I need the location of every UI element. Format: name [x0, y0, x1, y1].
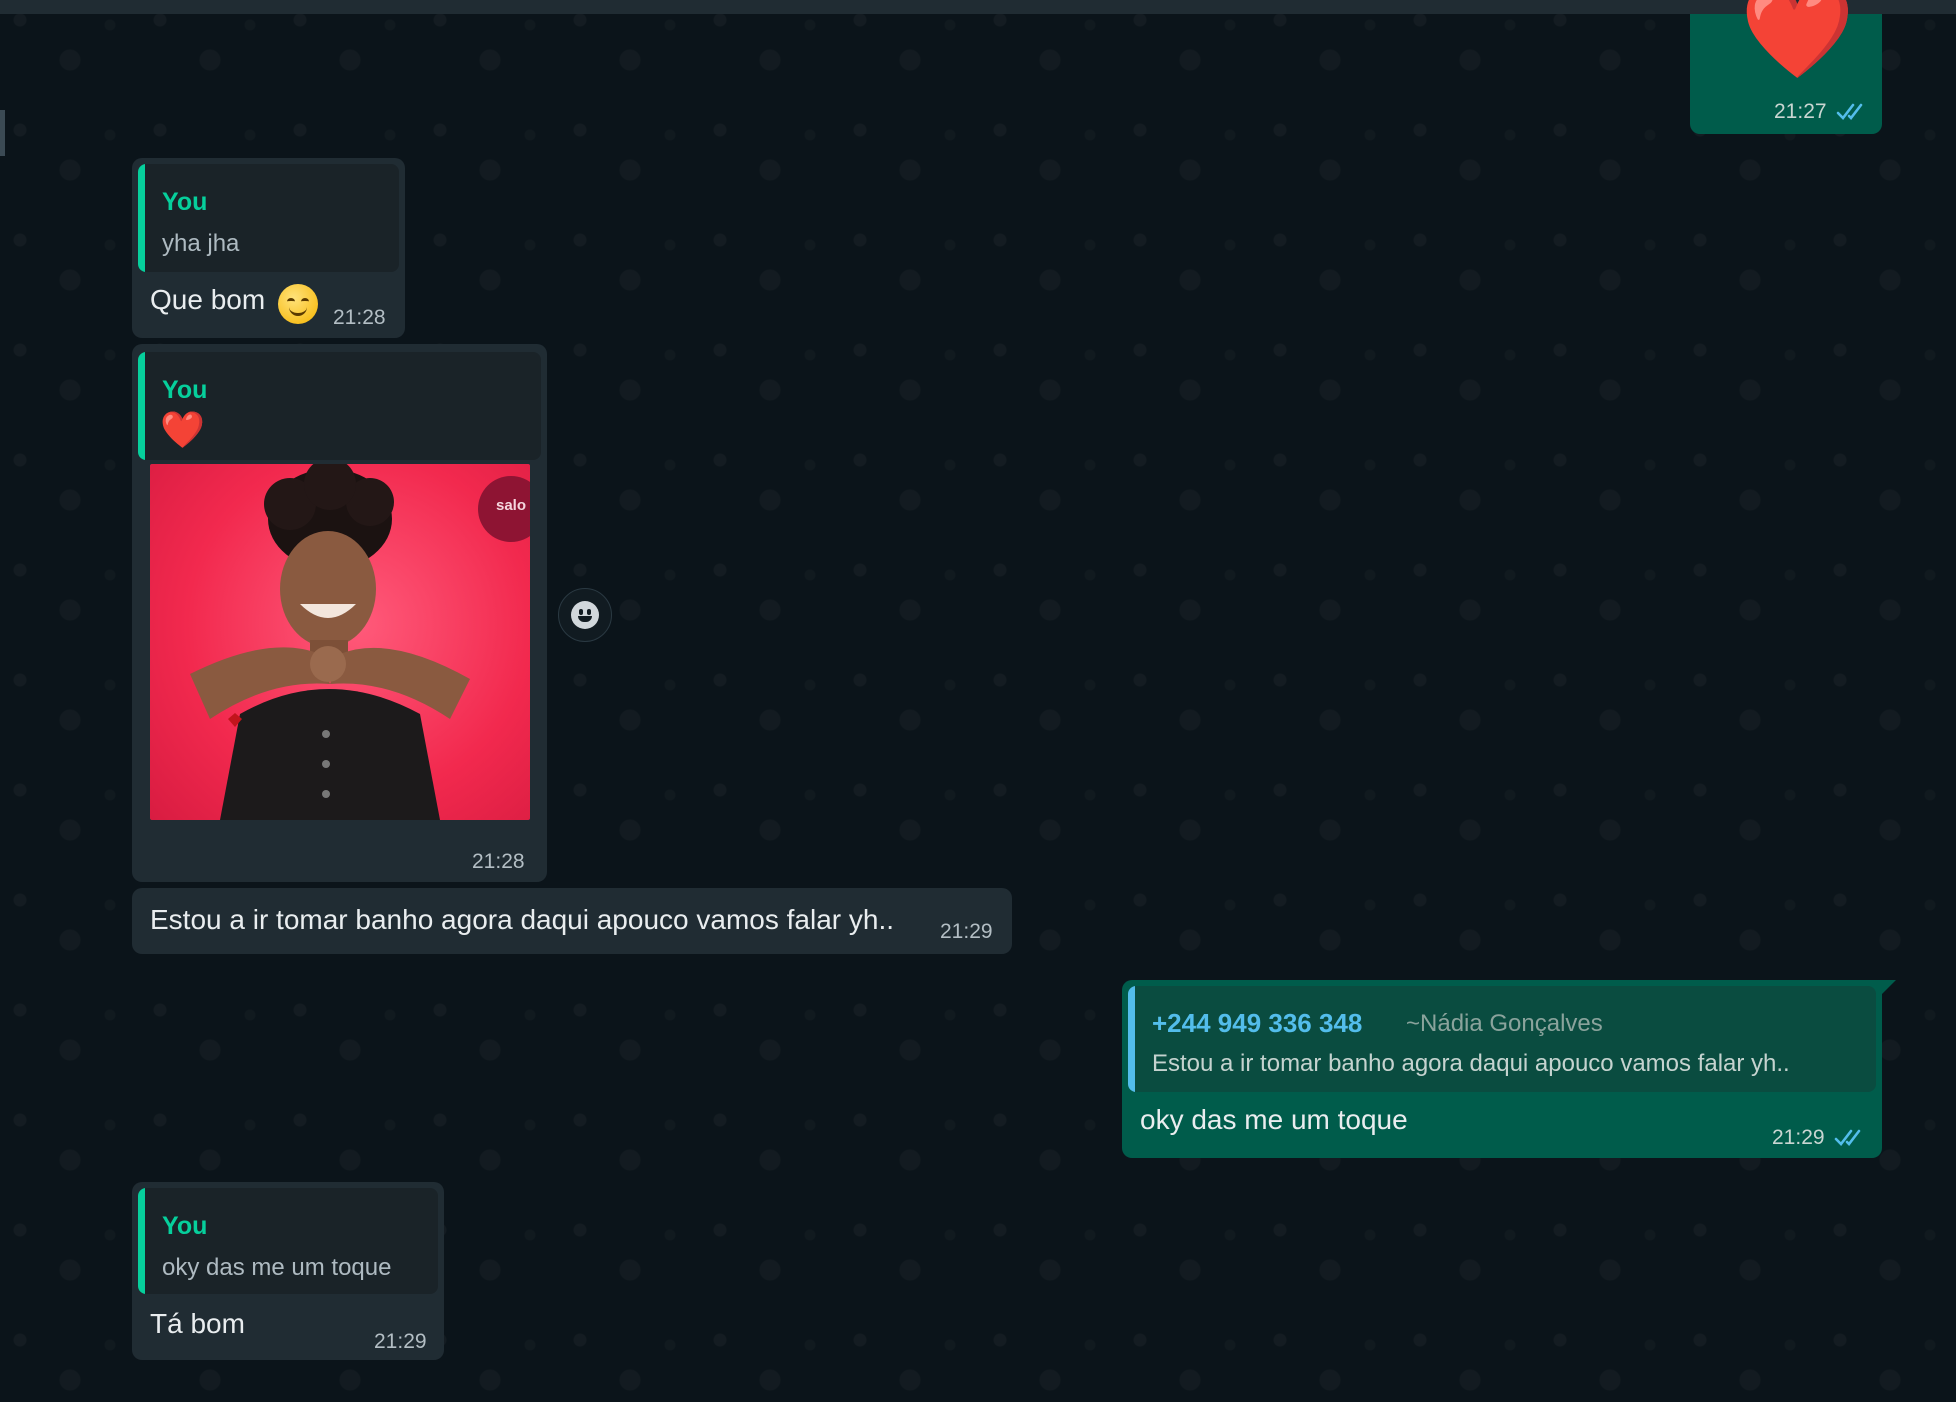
message-time: 21:27 — [1774, 100, 1827, 123]
message-text: Estou a ir tomar banho agora daqui apouc… — [150, 904, 894, 935]
quote-author: You — [162, 1212, 208, 1240]
message-text: oky das me um toque — [1140, 1104, 1408, 1135]
message-time: 21:29 — [1772, 1126, 1825, 1149]
emoji-react-icon[interactable] — [558, 588, 612, 642]
double-check-icon — [1836, 103, 1863, 120]
message-text: Que bom — [150, 284, 266, 315]
smiling-face-icon — [278, 284, 318, 324]
quoted-message[interactable]: You yha jha — [138, 164, 399, 272]
message-bubble-outgoing-heart[interactable]: ❤️ 21:27 — [1690, 0, 1882, 134]
message-time: 21:29 — [374, 1330, 427, 1353]
quote-accent-bar — [138, 164, 145, 272]
quote-text: oky das me um toque — [162, 1254, 392, 1281]
heart-emoji: ❤️ — [1740, 0, 1855, 83]
quote-accent-bar — [1128, 986, 1135, 1092]
chat-header-edge — [0, 0, 1956, 14]
message-time: 21:28 — [333, 306, 386, 329]
message-time: 21:29 — [940, 920, 993, 943]
message-image[interactable]: salo — [150, 464, 530, 820]
quoted-message[interactable]: You ❤️ — [138, 352, 541, 460]
quoted-message[interactable]: You oky das me um toque — [138, 1188, 438, 1294]
image-person-illustration — [190, 464, 470, 820]
quote-author: You — [162, 376, 208, 404]
quoted-message[interactable]: +244 949 336 348 ~Nádia Gonçalves Estou … — [1128, 986, 1876, 1092]
scroll-indicator[interactable] — [0, 110, 5, 156]
quote-text: Estou a ir tomar banho agora daqui apouc… — [1152, 1050, 1790, 1077]
message-bubble-incoming[interactable]: You oky das me um toque Tá bom 21:29 — [132, 1182, 444, 1360]
quote-author-name: ~Nádia Gonçalves — [1406, 1010, 1603, 1037]
message-text: Tá bom — [150, 1308, 245, 1339]
message-bubble-incoming[interactable]: Estou a ir tomar banho agora daqui apouc… — [132, 888, 1012, 954]
message-bubble-incoming[interactable]: You yha jha Que bom 21:28 — [132, 158, 405, 338]
double-check-icon — [1834, 1129, 1861, 1146]
quote-accent-bar — [138, 1188, 145, 1294]
quote-text: yha jha — [162, 230, 240, 257]
quote-accent-bar — [138, 352, 145, 460]
message-bubble-outgoing[interactable]: +244 949 336 348 ~Nádia Gonçalves Estou … — [1122, 980, 1882, 1158]
quote-author-phone: +244 949 336 348 — [1152, 1008, 1363, 1038]
quote-author: You — [162, 188, 208, 216]
message-time: 21:28 — [472, 850, 525, 873]
bubble-tail — [1882, 980, 1896, 994]
heart-emoji: ❤️ — [160, 409, 205, 450]
